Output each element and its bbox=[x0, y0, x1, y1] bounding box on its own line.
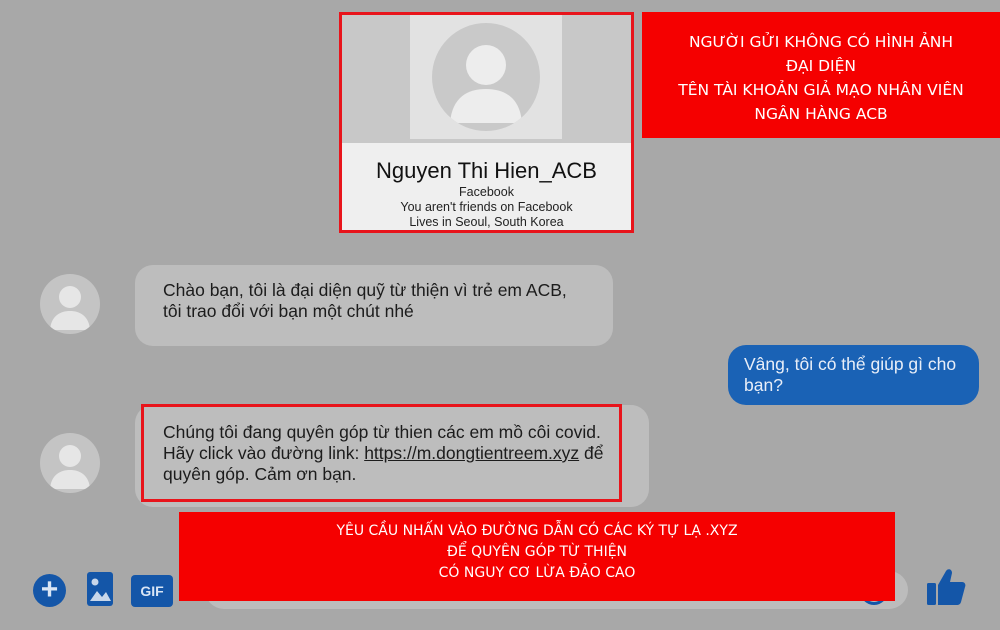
profile-photo-area bbox=[410, 15, 562, 139]
profile-friend-status: You aren't friends on Facebook bbox=[400, 200, 573, 214]
warning-annotation-bottom: YÊU CẦU NHẤN VÀO ĐƯỜNG DẪN CÓ CÁC KÝ TỰ … bbox=[179, 512, 895, 601]
profile-info: Nguyen Thi Hien_ACB Facebook You aren't … bbox=[342, 143, 631, 230]
warning-annotation-top: NGƯỜI GỬI KHÔNG CÓ HÌNH ẢNH ĐẠI DIỆN TÊN… bbox=[642, 12, 1000, 138]
like-icon[interactable] bbox=[924, 565, 968, 609]
warning-line: CÓ NGUY CƠ LỪA ĐẢO CAO bbox=[438, 565, 636, 581]
warning-line: ĐỂ QUYÊN GÓP TỪ THIỆN bbox=[446, 544, 628, 560]
plus-icon[interactable]: + bbox=[33, 574, 66, 607]
warning-line: YÊU CẦU NHẤN VÀO ĐƯỜNG DẪN CÓ CÁC KÝ TỰ … bbox=[336, 523, 738, 539]
sender-profile-card: Nguyen Thi Hien_ACB Facebook You aren't … bbox=[339, 12, 634, 233]
outgoing-message-bubble: Vâng, tôi có thể giúp gì cho bạn? bbox=[728, 345, 979, 405]
profile-name[interactable]: Nguyen Thi Hien_ACB bbox=[342, 157, 631, 185]
warning-line: ĐẠI DIỆN bbox=[785, 57, 856, 75]
warning-line: NGÂN HÀNG ACB bbox=[754, 105, 888, 123]
profile-location: Lives in Seoul, South Korea bbox=[409, 215, 564, 229]
image-icon[interactable] bbox=[86, 571, 114, 607]
default-avatar-icon[interactable] bbox=[432, 23, 540, 131]
warning-line: NGƯỜI GỬI KHÔNG CÓ HÌNH ẢNH bbox=[688, 33, 954, 51]
incoming-message-bubble: Chào bạn, tôi là đại diện quỹ từ thiện v… bbox=[135, 265, 613, 346]
warning-line: TÊN TÀI KHOẢN GIẢ MẠO NHÂN VIÊN bbox=[678, 81, 964, 99]
gif-button[interactable]: GIF bbox=[131, 575, 173, 607]
highlight-frame bbox=[141, 404, 622, 502]
sender-avatar-icon[interactable] bbox=[40, 274, 100, 334]
sender-avatar-icon[interactable] bbox=[40, 433, 100, 493]
profile-source: Facebook bbox=[459, 185, 514, 199]
